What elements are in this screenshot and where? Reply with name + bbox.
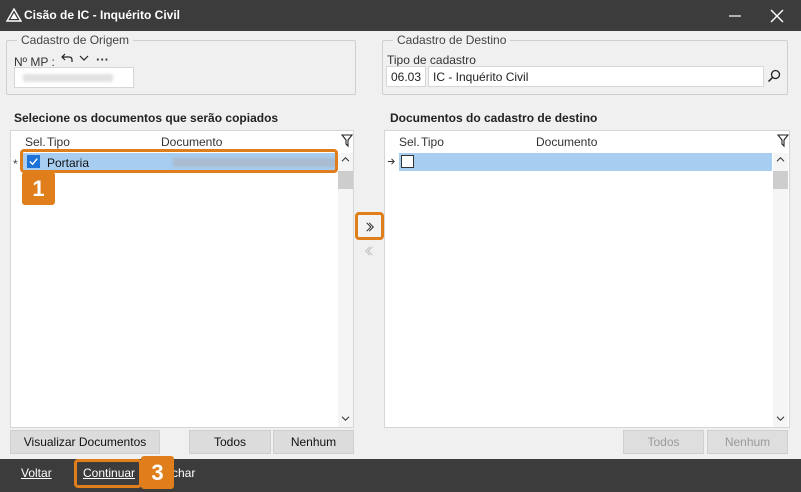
nenhum-destino-button[interactable]: Nenhum [707, 430, 788, 454]
table-row[interactable] [399, 153, 772, 171]
redacted-value [23, 74, 113, 82]
highlight-row [20, 149, 338, 173]
double-chevron-right-icon [366, 222, 374, 232]
double-chevron-left-icon[interactable] [364, 245, 374, 257]
col-header-documento[interactable]: Documento [536, 135, 597, 149]
right-panel-title: Documentos do cadastro de destino [390, 111, 598, 125]
scroll-up-icon[interactable] [776, 156, 785, 163]
callout-1: 1 [22, 172, 55, 205]
col-header-tipo[interactable]: Tipo [421, 135, 444, 149]
continuar-button[interactable]: Continuar [83, 466, 135, 480]
right-scroll-thumb[interactable] [773, 171, 788, 189]
voltar-button[interactable]: Voltar [21, 466, 52, 480]
title-bar: Cisão de IC - Inquérito Civil [0, 0, 801, 31]
footer-bar: Voltar Continuar char [0, 459, 801, 492]
destination-documents-grid: Sel. Tipo Documento [384, 130, 790, 428]
more-options-button[interactable]: ··· [96, 52, 109, 67]
fechar-button[interactable]: char [172, 466, 195, 480]
destino-legend: Cadastro de Destino [393, 33, 511, 47]
callout-3: 3 [141, 456, 174, 489]
window-title: Cisão de IC - Inquérito Civil [24, 8, 181, 22]
right-scrollbar[interactable] [773, 153, 788, 427]
left-panel-title: Selecione os documentos que serão copiad… [14, 111, 279, 125]
filter-icon[interactable] [777, 134, 789, 148]
scroll-up-icon[interactable] [341, 156, 350, 163]
source-documents-grid: Sel. Tipo Documento * Portaria [10, 130, 354, 428]
left-scrollbar[interactable] [338, 153, 353, 427]
row-arrow-icon [387, 158, 395, 165]
tipo-name-field[interactable]: IC - Inquérito Civil [428, 66, 764, 87]
scroll-down-icon[interactable] [341, 415, 350, 422]
tipo-code-field[interactable]: 06.03 [386, 66, 426, 87]
minimize-icon[interactable] [725, 6, 745, 26]
nenhum-button[interactable]: Nenhum [273, 430, 354, 454]
chevron-down-icon[interactable] [79, 54, 89, 62]
close-icon[interactable] [767, 6, 787, 26]
search-icon[interactable] [767, 69, 781, 83]
todos-button[interactable]: Todos [189, 430, 271, 454]
move-right-button[interactable] [355, 212, 384, 240]
new-row-marker: * [13, 157, 18, 171]
col-header-sel[interactable]: Sel. [25, 135, 46, 149]
origem-legend: Cadastro de Origem [17, 33, 134, 47]
app-logo-icon [6, 8, 22, 22]
left-scroll-thumb[interactable] [338, 171, 353, 189]
mp-number-field[interactable] [14, 67, 134, 88]
scroll-down-icon[interactable] [776, 415, 785, 422]
filter-icon[interactable] [341, 134, 353, 148]
visualizar-documentos-button[interactable]: Visualizar Documentos [10, 430, 160, 454]
col-header-tipo[interactable]: Tipo [47, 135, 70, 149]
row-checkbox[interactable] [401, 155, 414, 168]
undo-icon[interactable] [61, 53, 73, 63]
col-header-sel[interactable]: Sel. [399, 135, 420, 149]
tipo-cadastro-label: Tipo de cadastro [387, 53, 476, 67]
col-header-documento[interactable]: Documento [161, 135, 222, 149]
todos-destino-button[interactable]: Todos [623, 430, 704, 454]
